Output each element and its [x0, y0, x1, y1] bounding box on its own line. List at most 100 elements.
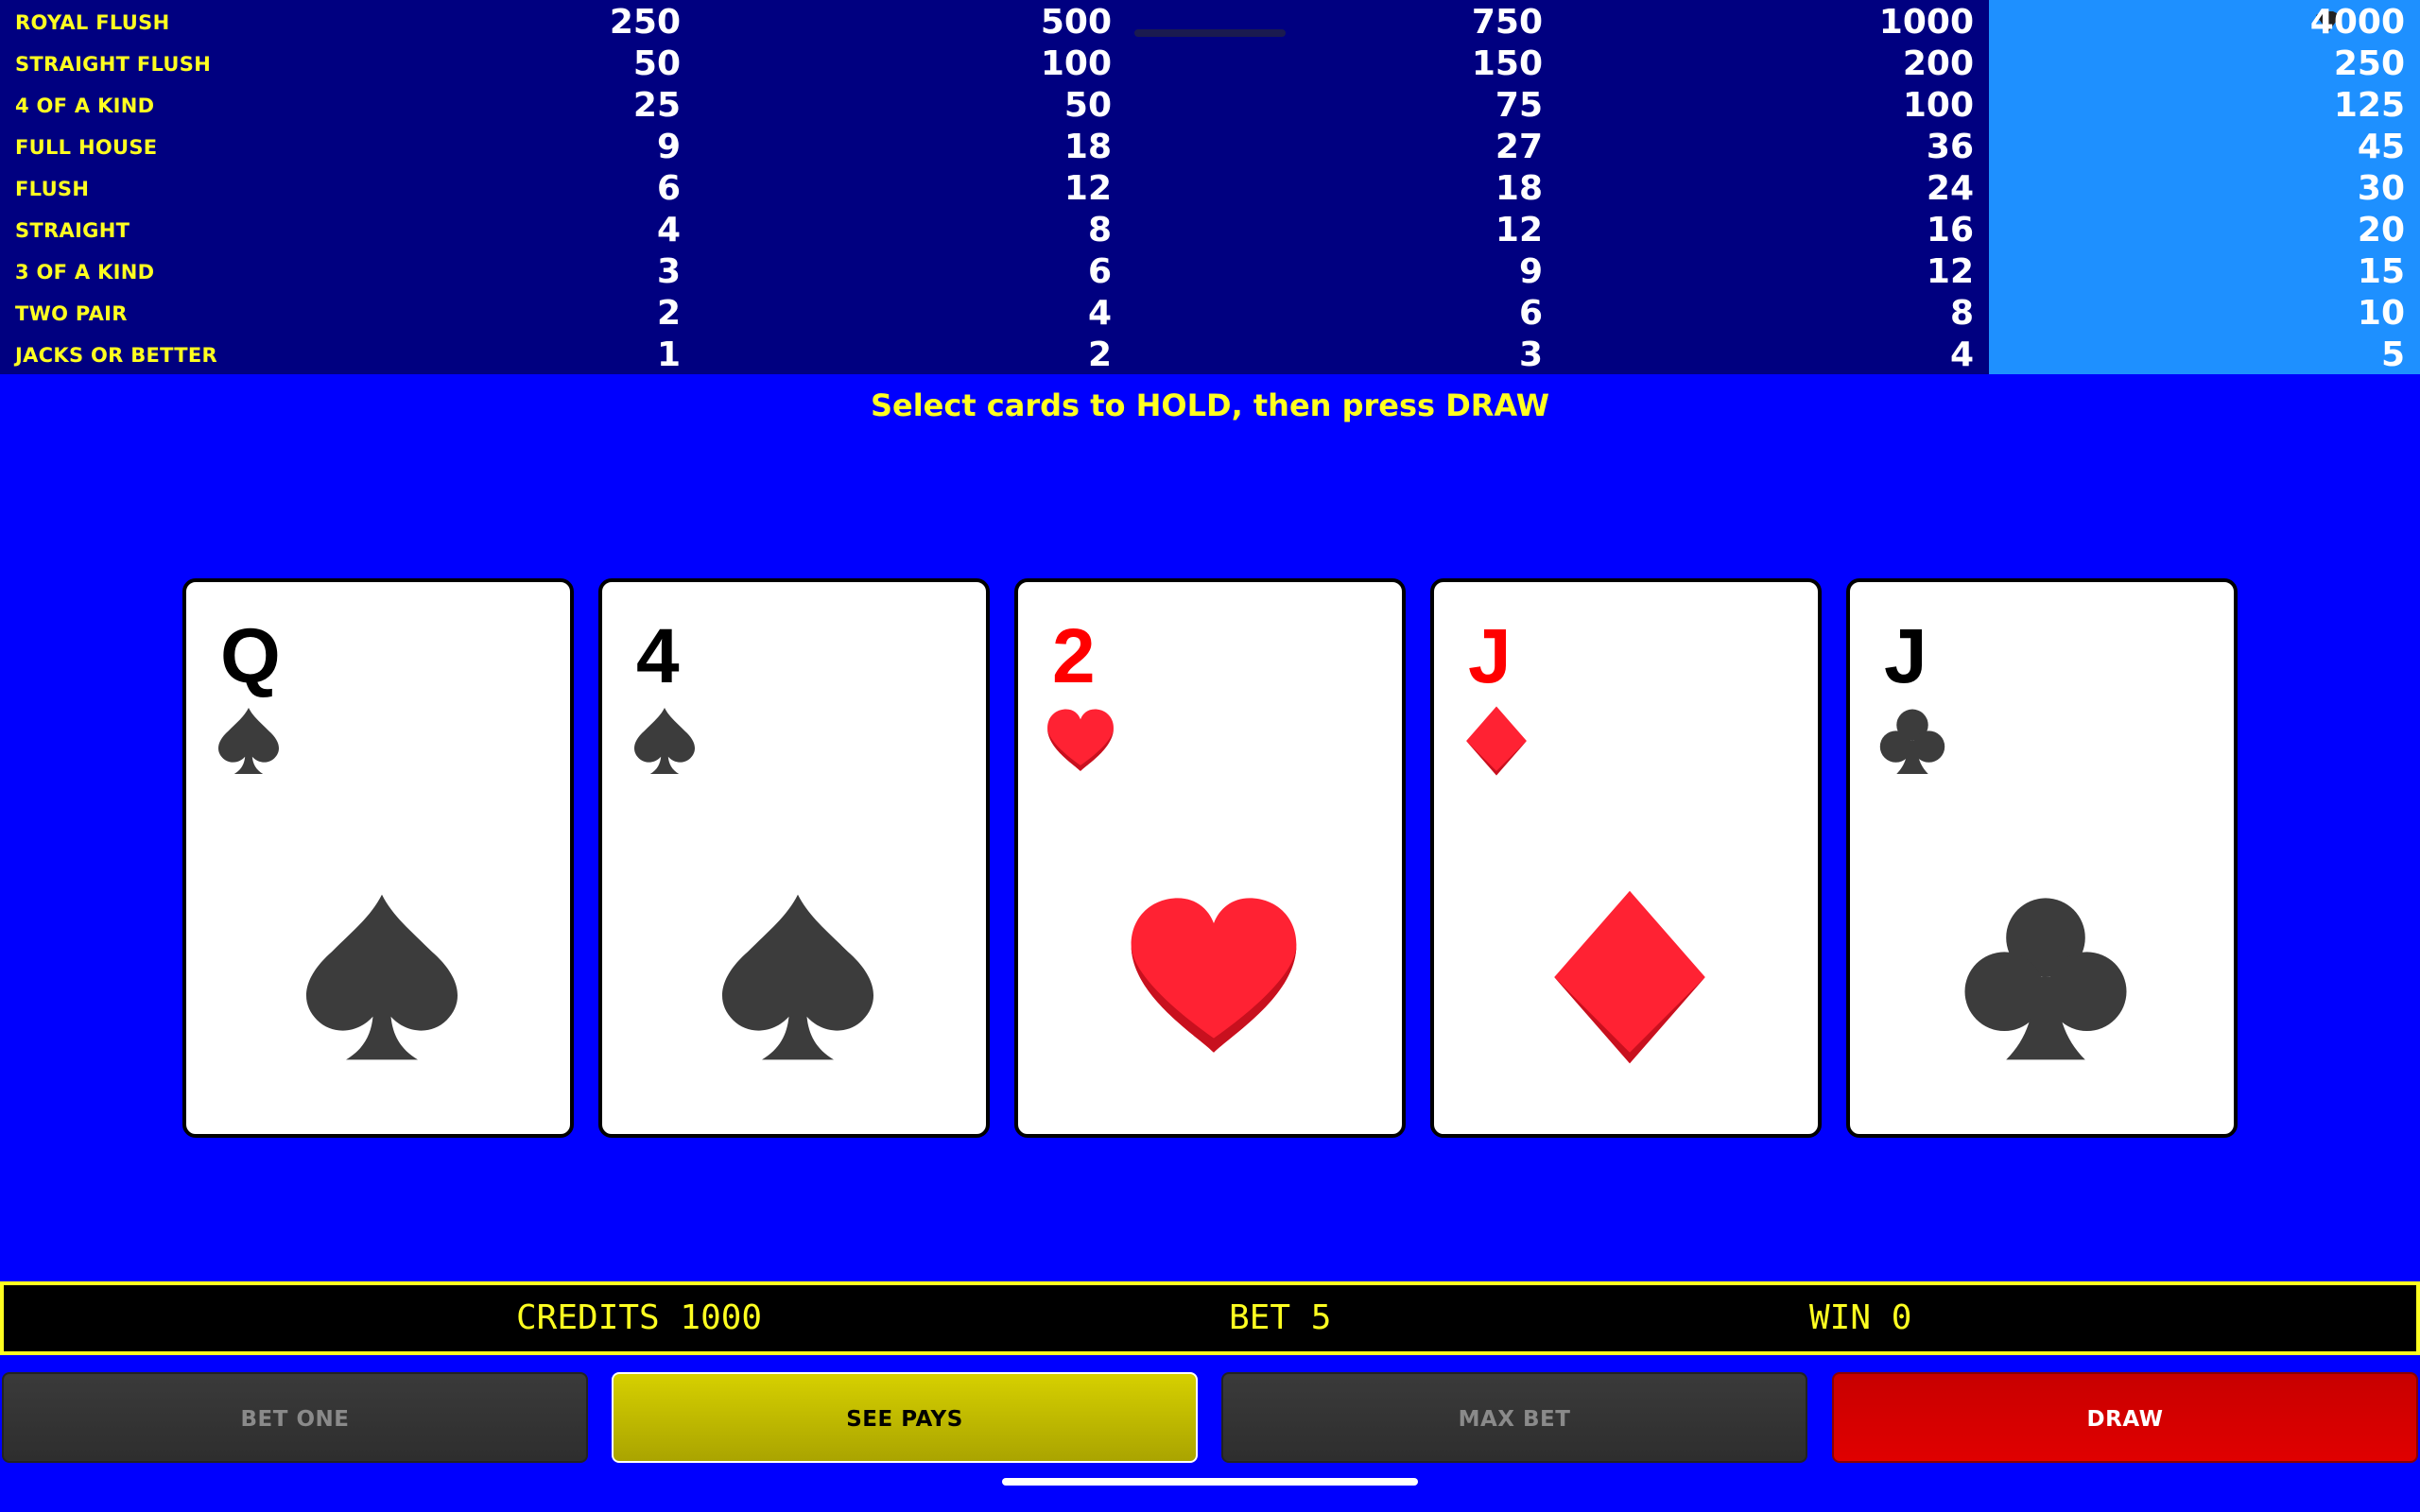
paytable-row: 4 OF A KIND 25 50 75 100 125 [0, 85, 2420, 127]
pay-value: 2 [1087, 335, 1112, 374]
pay-value: 50 [1063, 86, 1112, 125]
pay-value: 4000 [2309, 3, 2405, 42]
win-value: 0 [1891, 1298, 1912, 1337]
pay-value: 6 [1518, 294, 1543, 333]
credits-display: CREDITS 1000 [516, 1285, 762, 1351]
pay-value: 5 [2380, 335, 2405, 374]
hand-name: STRAIGHT FLUSH [15, 53, 212, 76]
paytable-row: STRAIGHT 4 8 12 16 20 [0, 210, 2420, 251]
spade-icon [708, 883, 888, 1072]
paytable: ROYAL FLUSH 250 500 750 1000 4000 STRAIG… [0, 0, 2420, 374]
pay-value: 125 [2333, 86, 2405, 125]
pay-value: 25 [632, 86, 681, 125]
pay-value: 6 [1087, 252, 1112, 291]
pay-value: 4 [1949, 335, 1974, 374]
pay-value: 12 [1495, 211, 1543, 249]
hand-name: ROYAL FLUSH [15, 11, 170, 34]
hand-name: TWO PAIR [15, 302, 128, 325]
draw-button[interactable]: DRAW [1832, 1372, 2418, 1463]
paytable-row: 3 OF A KIND 3 6 9 12 15 [0, 251, 2420, 293]
pay-value: 750 [1471, 3, 1543, 42]
pay-value: 24 [1926, 169, 1974, 208]
paytable-row: STRAIGHT FLUSH 50 100 150 200 250 [0, 43, 2420, 85]
home-indicator[interactable] [1002, 1478, 1418, 1486]
pay-value: 36 [1926, 128, 1974, 166]
instruction-message: Select cards to HOLD, then press DRAW [870, 387, 1550, 423]
spade-icon [213, 705, 285, 777]
spade-icon [292, 883, 472, 1072]
pay-value: 4 [1087, 294, 1112, 333]
see-pays-button[interactable]: SEE PAYS [612, 1372, 1198, 1463]
card-rank: J [1468, 613, 1512, 699]
pay-value: 45 [2357, 128, 2405, 166]
pay-value: 20 [2357, 211, 2405, 249]
pay-value: 100 [1902, 86, 1974, 125]
bet-value: 5 [1310, 1298, 1332, 1337]
pay-value: 16 [1926, 211, 1974, 249]
card-rank: 2 [1052, 613, 1096, 699]
bet-display: BET 5 [1229, 1285, 1331, 1351]
pay-value: 200 [1902, 44, 1974, 83]
win-display: WIN 0 [1809, 1285, 1911, 1351]
pay-value: 250 [609, 3, 681, 42]
paytable-row: FULL HOUSE 9 18 27 36 45 [0, 127, 2420, 168]
card-5[interactable]: J [1846, 578, 2238, 1138]
pay-value: 9 [656, 128, 681, 166]
pay-value: 2 [656, 294, 681, 333]
pay-value: 500 [1040, 3, 1112, 42]
bet-label: BET [1229, 1298, 1291, 1337]
pay-value: 4 [656, 211, 681, 249]
pay-value: 75 [1495, 86, 1543, 125]
hand-name: STRAIGHT [15, 219, 130, 242]
card-1[interactable]: Q [182, 578, 574, 1138]
credits-label: CREDITS [516, 1298, 660, 1337]
bet-one-button[interactable]: BET ONE [2, 1372, 588, 1463]
card-4[interactable]: J [1430, 578, 1822, 1138]
credits-bar: CREDITS 1000 BET 5 WIN 0 [0, 1281, 2420, 1355]
pay-value: 8 [1087, 211, 1112, 249]
hand-name: 3 OF A KIND [15, 261, 155, 284]
win-label: WIN [1809, 1298, 1872, 1337]
pay-value: 12 [1063, 169, 1112, 208]
paytable-row: JACKS OR BETTER 1 2 3 4 5 [0, 335, 2420, 376]
pay-value: 50 [632, 44, 681, 83]
pay-value: 12 [1926, 252, 1974, 291]
card-rank: Q [220, 613, 281, 699]
card-rank: 4 [636, 613, 680, 699]
pay-value: 10 [2357, 294, 2405, 333]
pay-value: 8 [1949, 294, 1974, 333]
paytable-row: FLUSH 6 12 18 24 30 [0, 168, 2420, 210]
pay-value: 3 [656, 252, 681, 291]
pay-value: 100 [1040, 44, 1112, 83]
pay-value: 1 [656, 335, 681, 374]
hand-name: FULL HOUSE [15, 136, 158, 159]
hand-name: FLUSH [15, 178, 90, 200]
pay-value: 250 [2333, 44, 2405, 83]
pay-value: 9 [1518, 252, 1543, 291]
diamond-icon [1461, 705, 1532, 777]
paytable-row: ROYAL FLUSH 250 500 750 1000 4000 [0, 2, 2420, 43]
hand-name: 4 OF A KIND [15, 94, 155, 117]
card-rank: J [1884, 613, 1927, 699]
max-bet-button[interactable]: MAX BET [1221, 1372, 1807, 1463]
pay-value: 6 [656, 169, 681, 208]
pay-value: 1000 [1878, 3, 1974, 42]
credits-value: 1000 [680, 1298, 763, 1337]
pay-value: 18 [1495, 169, 1543, 208]
pay-value: 3 [1518, 335, 1543, 374]
pay-value: 15 [2357, 252, 2405, 291]
heart-icon [1045, 705, 1116, 777]
spade-icon [629, 705, 700, 777]
heart-icon [1124, 883, 1304, 1072]
card-2[interactable]: 4 [598, 578, 990, 1138]
club-icon [1876, 705, 1948, 777]
pay-value: 150 [1471, 44, 1543, 83]
club-icon [1956, 883, 2135, 1072]
card-3[interactable]: 2 [1014, 578, 1406, 1138]
hand-name: JACKS OR BETTER [15, 344, 218, 367]
paytable-row: TWO PAIR 2 4 6 8 10 [0, 293, 2420, 335]
pay-value: 27 [1495, 128, 1543, 166]
pay-value: 30 [2357, 169, 2405, 208]
diamond-icon [1540, 883, 1720, 1072]
pay-value: 18 [1063, 128, 1112, 166]
